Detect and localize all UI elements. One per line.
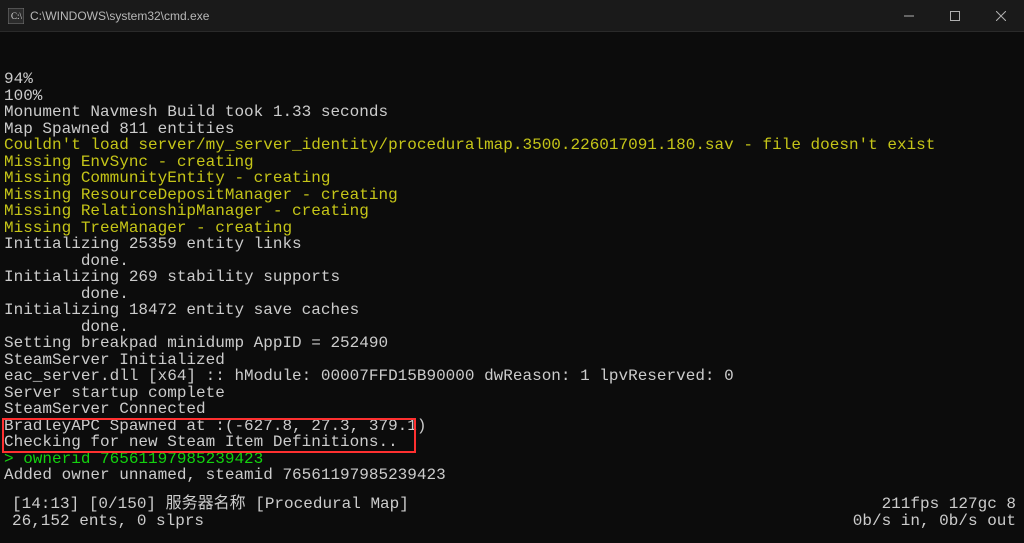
terminal-line: 94% (4, 71, 1020, 88)
terminal-line: Checking for new Steam Item Definitions.… (4, 434, 1020, 451)
terminal-line: Missing TreeManager - creating (4, 220, 1020, 237)
maximize-button[interactable] (932, 0, 978, 32)
terminal-line: Initializing 269 stability supports (4, 269, 1020, 286)
terminal-line: Missing ResourceDepositManager - creatin… (4, 187, 1020, 204)
cmd-icon: C:\ (8, 8, 24, 24)
terminal-line: SteamServer Connected (4, 401, 1020, 418)
close-button[interactable] (978, 0, 1024, 32)
window-controls (886, 0, 1024, 32)
terminal-line: Server startup complete (4, 385, 1020, 402)
terminal-line: SteamServer Initialized (4, 352, 1020, 369)
window-title: C:\WINDOWS\system32\cmd.exe (30, 9, 209, 23)
terminal-line: Initializing 25359 entity links (4, 236, 1020, 253)
terminal-line: Added owner unnamed, steamid 76561197985… (4, 467, 1020, 484)
window-titlebar: C:\ C:\WINDOWS\system32\cmd.exe (0, 0, 1024, 32)
status-bar: [14:13] [0/150] 服务器名称 [Procedural Map] 2… (12, 496, 1016, 529)
status-right-line2: 0b/s in, 0b/s out (853, 513, 1016, 530)
terminal-line: Map Spawned 811 entities (4, 121, 1020, 138)
status-left-line2: 26,152 ents, 0 slprs (12, 513, 409, 530)
status-left-line1: [14:13] [0/150] 服务器名称 [Procedural Map] (12, 496, 409, 513)
terminal-output[interactable]: 94%100%Monument Navmesh Build took 1.33 … (0, 32, 1024, 543)
terminal-line: Setting breakpad minidump AppID = 252490 (4, 335, 1020, 352)
status-right-line1: 211fps 127gc 8 (853, 496, 1016, 513)
terminal-line: > ownerid 76561197985239423 (4, 451, 1020, 468)
terminal-line: done. (4, 286, 1020, 303)
terminal-line: Initializing 18472 entity save caches (4, 302, 1020, 319)
terminal-line: done. (4, 319, 1020, 336)
terminal-line: BradleyAPC Spawned at :(-627.8, 27.3, 37… (4, 418, 1020, 435)
terminal-line: eac_server.dll [x64] :: hModule: 00007FF… (4, 368, 1020, 385)
terminal-line: done. (4, 253, 1020, 270)
svg-text:C:\: C:\ (11, 11, 23, 21)
terminal-line: Missing RelationshipManager - creating (4, 203, 1020, 220)
minimize-button[interactable] (886, 0, 932, 32)
terminal-line: Monument Navmesh Build took 1.33 seconds (4, 104, 1020, 121)
terminal-line: Couldn't load server/my_server_identity/… (4, 137, 1020, 154)
terminal-line: 100% (4, 88, 1020, 105)
terminal-line: Missing CommunityEntity - creating (4, 170, 1020, 187)
terminal-line: Missing EnvSync - creating (4, 154, 1020, 171)
